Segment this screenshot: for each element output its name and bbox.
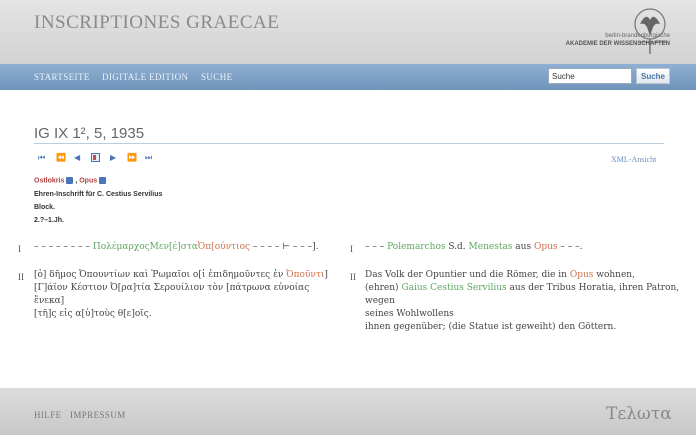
region-link[interactable]: Ostlokris	[34, 177, 64, 184]
german-row-number: II	[350, 272, 356, 282]
place-link[interactable]: Opus	[570, 270, 594, 280]
site-header: INSCRIPTIONES GRAECAE berlin-brandenburg…	[0, 0, 696, 64]
greek-line: [ὁ] δῆμος Ὀπουντίων καὶ Ῥωμαῖοι ο[ἱ ἐπιδ…	[34, 269, 334, 282]
german-line: Das Volk der Opuntier und die Römer, die…	[365, 269, 685, 282]
info-icon[interactable]	[99, 177, 107, 184]
german-fragment: aus	[512, 242, 534, 252]
german-line: seines Wohlwollens	[365, 309, 454, 319]
greek-fragment: – – – – – – – –	[34, 242, 93, 252]
meta-date: 2.?–1.Jh.	[34, 217, 64, 224]
place-link[interactable]: Opus	[79, 177, 97, 184]
prev-icon[interactable]: ◀	[74, 153, 80, 163]
next-fast-icon[interactable]: ⏩	[127, 153, 137, 163]
greek-row-number: II	[18, 272, 24, 282]
meta-separator: ,	[75, 177, 78, 185]
greek-text-row: – – – – – – – – ΠολέμαρχοςΜεν[έ]σταὈπ[ού…	[34, 241, 319, 254]
footer-impressum[interactable]: IMPRESSUM	[70, 410, 126, 420]
person-link[interactable]: Gaius Cestius Servilius	[401, 283, 506, 293]
academy-name-line1: berlin-brandenburgische	[605, 33, 670, 39]
nav-digitale-edition[interactable]: DIGITALE EDITION	[102, 72, 188, 82]
place-link[interactable]: Opus	[534, 242, 558, 252]
german-line: (ehren) Gaius Cestius Servilius aus der …	[365, 282, 685, 308]
last-page-icon[interactable]: ⏭	[145, 153, 152, 163]
meta-description: Ehren-Inschrift für C. Cestius Servilius	[34, 191, 163, 198]
german-row-number: I	[350, 244, 353, 254]
first-page-icon[interactable]: ⏮	[38, 153, 45, 163]
site-footer: HILFE IMPRESSUM Τελωτα	[0, 388, 696, 435]
greek-line: [Γ]άϊον Κέστιον Ὀ[ρα]τία Σερουίλιον τὸν …	[34, 283, 310, 306]
academy-name: berlin-brandenburgische AKADEMIE DER WIS…	[566, 32, 670, 48]
place-link[interactable]: Ὀπ[ούντιος	[198, 242, 250, 252]
greek-text-row: [ὁ] δῆμος Ὀπουντίων καὶ Ῥωμαῖοι ο[ἱ ἐπιδ…	[34, 269, 334, 321]
person-link[interactable]: Menestas	[469, 242, 513, 252]
greek-line: [τῆ]ς εἰς α[ὑ]τοὺς θ[ε]οῖς.	[34, 309, 152, 319]
next-icon[interactable]: ▶	[110, 153, 116, 163]
german-line: ihnen gegenüber; (die Statue ist geweiht…	[365, 322, 617, 332]
footer-hilfe[interactable]: HILFE	[34, 410, 62, 420]
place-link[interactable]: Ὀποῦντι	[286, 270, 324, 280]
german-text-row: – – – Polemarchos S.d. Menestas aus Opus…	[365, 241, 582, 254]
greek-fragment: ]	[324, 270, 328, 280]
greek-fragment: [ὁ] δῆμος Ὀπουντίων καὶ Ῥωμαῖοι ο[ἱ ἐπιδ…	[34, 270, 287, 280]
person-link[interactable]: Μεν[έ]στα	[150, 242, 198, 252]
person-link[interactable]: Πολέμαρχος	[93, 242, 150, 252]
german-text-row: Das Volk der Opuntier und die Römer, die…	[365, 269, 685, 334]
meta-object: Block.	[34, 204, 56, 211]
xml-view-link[interactable]: XML-Ansicht	[611, 155, 656, 164]
person-link[interactable]: Polemarchos	[387, 242, 445, 252]
german-fragment: wohnen,	[593, 270, 635, 280]
info-icon[interactable]	[66, 177, 74, 184]
german-fragment: S.d.	[445, 242, 469, 252]
page-title: IG IX 1², 5, 1935	[34, 125, 145, 142]
search-button[interactable]: Suche	[636, 68, 670, 84]
prev-fast-icon[interactable]: ⏪	[56, 153, 66, 163]
greek-fragment: – – – – ⊢ – – –].	[250, 242, 319, 252]
german-fragment: (ehren)	[365, 283, 402, 293]
site-title[interactable]: INSCRIPTIONES GRAECAE	[34, 12, 279, 34]
nav-startseite[interactable]: STARTSEITE	[34, 72, 90, 82]
title-divider	[34, 143, 664, 144]
greek-row-number: I	[18, 244, 21, 254]
german-fragment: – – –	[365, 242, 388, 252]
nav-suche[interactable]: SUCHE	[201, 72, 233, 82]
telota-logo[interactable]: Τελωτα	[606, 404, 672, 424]
search-input[interactable]	[548, 68, 632, 84]
overview-icon[interactable]	[91, 153, 100, 165]
german-fragment: – – –.	[557, 242, 583, 252]
german-fragment: Das Volk der Opuntier und die Römer, die…	[365, 270, 570, 280]
meta-location: Ostlokris , Opus	[34, 177, 107, 185]
academy-name-line2: AKADEMIE DER WISSENSCHAFTEN	[565, 41, 670, 47]
